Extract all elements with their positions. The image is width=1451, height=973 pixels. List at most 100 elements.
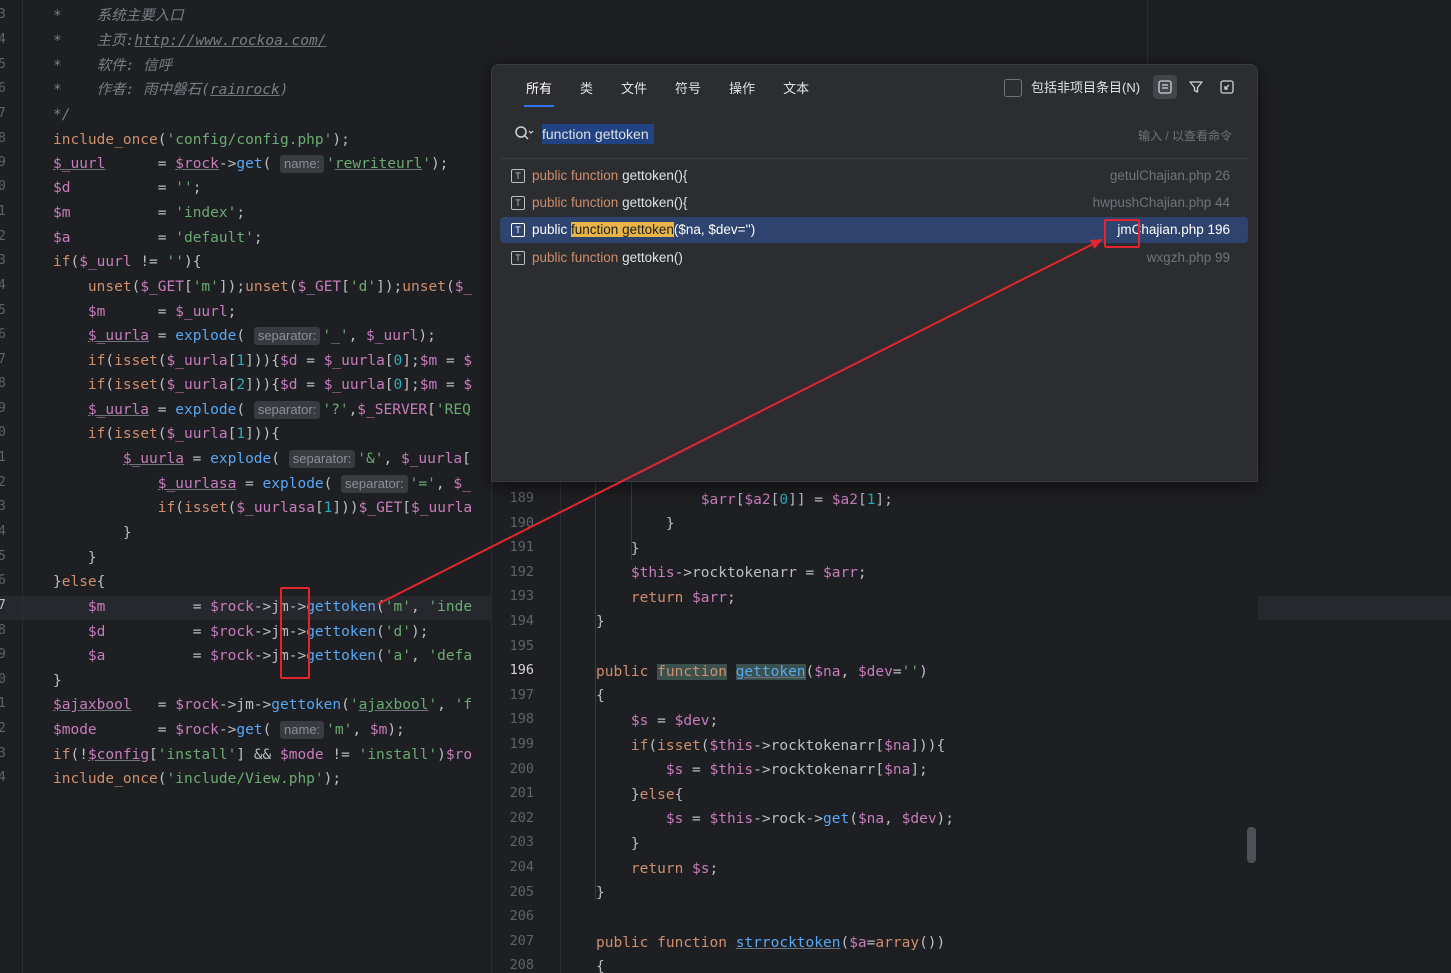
code-line[interactable]: if(!$config['install'] && $mode != 'inst… [53,744,472,766]
code-line[interactable]: public function strrocktoken($a=array()) [596,931,945,955]
result-match-highlight: function gettoken [571,222,674,237]
tab-symbols[interactable]: 符号 [661,79,715,107]
code-line[interactable]: * 主页:http://www.rockoa.com/ [53,30,326,52]
code-line[interactable]: return $s; [596,857,718,881]
code-line[interactable]: $s = $dev; [596,709,718,733]
filter-button[interactable] [1184,75,1208,99]
code-line[interactable]: $_uurla = explode( separator: '?',$_SERVE… [53,399,471,421]
line-number: 6 [0,573,6,588]
result-name: gettoken() [618,250,683,265]
code-line[interactable]: $m = $rock->jm->gettoken('m', 'inde [53,596,472,618]
code-line[interactable]: */ [53,104,70,126]
code-line[interactable]: $_uurl = $rock->get( name:'rewriteurl'); [53,153,448,175]
code-line[interactable]: } [596,610,605,634]
code-line[interactable]: $m = 'index'; [53,202,245,224]
tab-all[interactable]: 所有 [512,79,566,107]
preview-toggle-button[interactable] [1153,75,1177,99]
result-file: getulChajian.php 26 [1109,168,1230,183]
comment-star: * [53,8,62,24]
search-icon [515,126,534,140]
line-number: 7 [0,598,6,613]
result-item[interactable]: T public function gettoken() wxgzh.php 9… [500,245,1248,271]
code-line[interactable]: unset($_GET['m']);unset($_GET['d']);unse… [53,276,472,298]
include-non-project-checkbox[interactable] [1004,79,1022,97]
comment-label: 作者: 雨中磐石( [96,82,210,98]
comment-text: 系统主要入口 [96,8,184,24]
result-item[interactable]: T public function gettoken(){ getulChaji… [500,163,1248,189]
code-line[interactable]: * 系统主要入口 [53,5,184,27]
search-everywhere-popup[interactable]: 所有 类 文件 符号 操作 文本 包括非项目条目(N) 输入 / 以查看命令 T… [491,64,1258,482]
open-in-tool-window-button[interactable] [1215,75,1239,99]
scope-tabs: 所有 类 文件 符号 操作 文本 [512,79,823,107]
result-name: gettoken(){ [618,195,688,210]
tab-text[interactable]: 文本 [769,79,823,107]
line-number: 0 [0,425,6,440]
right-editor[interactable]: $arr[$a2[0]] = $a2[1]; } } $this->rockto… [491,480,1258,973]
code-line[interactable]: } [596,512,675,536]
tab-classes[interactable]: 类 [566,79,607,107]
line-number: 192 [509,563,534,580]
code-line-gettoken[interactable]: public function gettoken($na, $dev='') [596,660,928,684]
line-number: 206 [509,908,534,925]
code-line[interactable]: * 作者: 雨中磐石(rainrock) [53,79,288,101]
line-number: 8 [0,623,6,638]
divider [500,158,1249,159]
code-line[interactable]: include_once('include/View.php'); [53,768,341,790]
code-line[interactable]: if(isset($this->rocktokenarr[$na])){ [596,734,945,758]
code-line[interactable]: $mode = $rock->get( name:'m', $m); [53,719,405,741]
code-line[interactable]: }else{ [596,783,683,807]
code-line[interactable]: $arr[$a2[0]] = $a2[1]; [596,488,893,512]
code-line[interactable]: $s = $this->rocktokenarr[$na]; [596,758,928,782]
result-keyword: public [532,222,572,237]
line-number: 208 [509,957,534,973]
tab-files[interactable]: 文件 [607,79,661,107]
code-line[interactable]: if(isset($_uurla[1])){ [53,423,280,445]
result-name: gettoken(){ [618,168,688,183]
code-line[interactable]: $ajaxbool = $rock->jm->gettoken('ajaxboo… [53,694,472,716]
line-number: 0 [0,179,6,194]
code-line[interactable]: if(isset($_uurla[2])){$d = $_uurla[0];$m… [53,374,472,396]
result-item[interactable]: T public function gettoken(){ hwpushChaj… [500,190,1248,216]
line-number: 6 [0,327,6,342]
code-line[interactable]: { [596,955,605,973]
code-line[interactable]: } [596,537,640,561]
code-line[interactable]: if($_uurl != ''){ [53,251,201,273]
line-number: 5 [0,549,6,564]
code-line[interactable]: } [596,832,640,856]
code-line[interactable]: return $arr; [596,586,736,610]
code-line[interactable]: $d = $rock->jm->gettoken('d'); [53,621,429,643]
code-line[interactable]: $_uurlasa = explode( separator: '=', $_ [53,473,471,495]
code-line[interactable]: }else{ [53,571,105,593]
code-line[interactable]: $this->rocktokenarr = $arr; [596,561,867,585]
result-file: wxgzh.php 99 [1146,250,1230,265]
line-number: 2 [0,229,6,244]
scrollbar-thumb[interactable] [1247,827,1256,863]
comment-star: * [53,82,62,98]
code-line[interactable]: * 软件: 信呼 [53,55,172,77]
gutter-border [560,480,561,973]
code-line[interactable]: } [53,670,62,692]
code-line[interactable]: $_uurla = explode( separator: '&', $_uurl… [53,448,471,470]
line-number: 9 [0,155,6,170]
code-line[interactable]: $a = 'default'; [53,227,263,249]
code-line[interactable]: if(isset($_uurla[1])){$d = $_uurla[0];$m… [53,350,472,372]
code-line[interactable]: include_once('config/config.php'); [53,129,350,151]
code-line[interactable]: $_uurla = explode( separator: '_', $_uurl… [53,325,436,347]
code-line[interactable]: $d = ''; [53,177,201,199]
homepage-link[interactable]: http://www.rockoa.com/ [134,33,326,49]
tab-actions[interactable]: 操作 [715,79,769,107]
search-input[interactable] [542,123,962,145]
result-file: hwpushChajian.php 44 [1092,195,1230,210]
line-number: 195 [509,637,534,654]
code-line[interactable]: { [596,684,605,708]
code-line[interactable]: $s = $this->rock->get($na, $dev); [596,807,954,831]
code-line[interactable]: } [596,881,605,905]
code-line[interactable]: if(isset($_uurlasa[1]))$_GET[$_uurla [53,497,472,519]
param-hint: name: [280,155,325,173]
code-line[interactable]: } [53,547,97,569]
code-line[interactable]: $a = $rock->jm->gettoken('a', 'defa [53,645,472,667]
code-line[interactable]: $m = $_uurl; [53,301,236,323]
line-number: 4 [0,278,6,293]
code-line[interactable]: } [53,522,132,544]
author-link: rainrock [209,82,280,98]
